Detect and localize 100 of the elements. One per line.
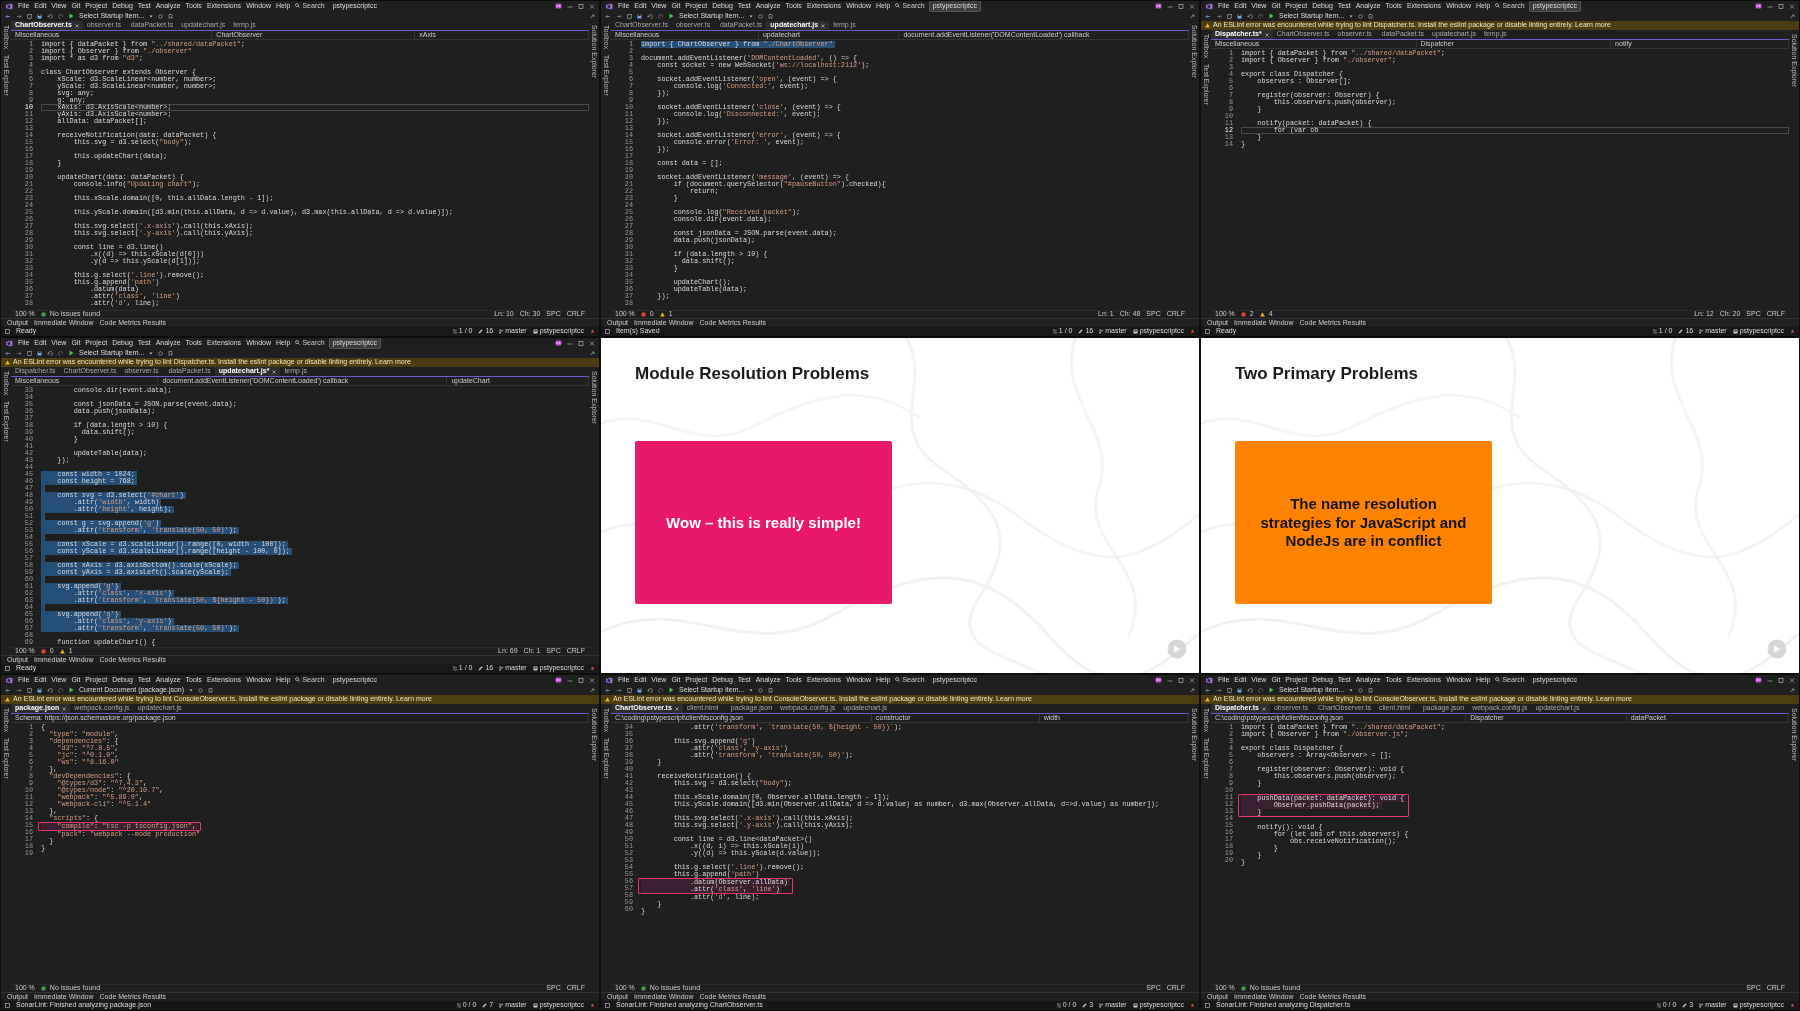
close-icon[interactable] bbox=[589, 340, 595, 346]
search-icon bbox=[1495, 3, 1501, 9]
copilot-icon[interactable] bbox=[555, 340, 562, 346]
new-file-icon[interactable] bbox=[627, 13, 632, 19]
forward-arrow-icon[interactable] bbox=[16, 350, 22, 356]
forward-arrow-icon[interactable] bbox=[616, 13, 622, 19]
play-icon[interactable] bbox=[1269, 13, 1274, 19]
app-logo-icon[interactable] bbox=[1205, 2, 1213, 10]
bookmark-icon[interactable] bbox=[168, 13, 174, 19]
forward-arrow-icon[interactable] bbox=[1216, 13, 1222, 19]
back-arrow-icon[interactable] bbox=[605, 13, 611, 19]
close-icon[interactable] bbox=[62, 706, 67, 711]
play-icon[interactable] bbox=[69, 350, 74, 356]
back-arrow-icon[interactable] bbox=[1205, 687, 1211, 693]
save-icon[interactable] bbox=[37, 687, 42, 693]
maximize-icon[interactable] bbox=[578, 3, 584, 9]
notification-bell-icon[interactable] bbox=[590, 666, 595, 671]
save-icon[interactable] bbox=[37, 350, 42, 356]
undo-icon[interactable] bbox=[47, 350, 53, 356]
bookmark-icon[interactable] bbox=[768, 13, 774, 19]
maximize-icon[interactable] bbox=[1178, 677, 1184, 683]
undo-icon[interactable] bbox=[647, 13, 653, 19]
undo-icon[interactable] bbox=[1247, 13, 1253, 19]
close-icon[interactable] bbox=[1189, 3, 1195, 9]
share-icon[interactable] bbox=[589, 687, 595, 693]
play-icon[interactable] bbox=[69, 687, 74, 693]
save-icon[interactable] bbox=[637, 13, 642, 19]
maximize-icon[interactable] bbox=[578, 340, 584, 346]
bookmark-icon[interactable] bbox=[208, 687, 214, 693]
back-arrow-icon[interactable] bbox=[5, 13, 11, 19]
copilot-icon[interactable] bbox=[555, 677, 562, 683]
close-icon[interactable] bbox=[272, 369, 277, 374]
maximize-icon[interactable] bbox=[578, 677, 584, 683]
close-icon[interactable] bbox=[1789, 3, 1795, 9]
notification-bell-icon[interactable] bbox=[590, 1003, 595, 1008]
save-icon[interactable] bbox=[637, 687, 642, 693]
copilot-icon[interactable] bbox=[1155, 677, 1162, 683]
undo-icon[interactable] bbox=[47, 687, 53, 693]
copilot-icon[interactable] bbox=[1755, 3, 1762, 9]
back-arrow-icon[interactable] bbox=[605, 687, 611, 693]
copilot-icon[interactable] bbox=[555, 3, 562, 9]
forward-arrow-icon[interactable] bbox=[616, 687, 622, 693]
new-file-icon[interactable] bbox=[27, 687, 32, 693]
share-icon[interactable] bbox=[1189, 13, 1195, 19]
play-icon[interactable] bbox=[669, 687, 674, 693]
maximize-icon[interactable] bbox=[1778, 677, 1784, 683]
share-icon[interactable] bbox=[589, 350, 595, 356]
warning-icon bbox=[605, 697, 610, 702]
new-file-icon[interactable] bbox=[27, 350, 32, 356]
share-icon[interactable] bbox=[589, 13, 595, 19]
back-arrow-icon[interactable] bbox=[5, 687, 11, 693]
app-logo-icon[interactable] bbox=[5, 2, 13, 10]
bookmark-icon[interactable] bbox=[768, 687, 774, 693]
save-icon[interactable] bbox=[1237, 13, 1242, 19]
app-logo-icon[interactable] bbox=[5, 676, 13, 684]
bookmark-icon[interactable] bbox=[168, 350, 174, 356]
close-icon[interactable] bbox=[1261, 706, 1266, 711]
maximize-icon[interactable] bbox=[1178, 3, 1184, 9]
notification-bell-icon[interactable] bbox=[590, 329, 595, 334]
play-icon[interactable] bbox=[69, 13, 74, 19]
play-icon[interactable] bbox=[669, 13, 674, 19]
undo-icon[interactable] bbox=[47, 13, 53, 19]
share-icon[interactable] bbox=[1789, 13, 1795, 19]
app-logo-icon[interactable] bbox=[5, 339, 13, 347]
copilot-icon[interactable] bbox=[1755, 677, 1762, 683]
notification-bell-icon[interactable] bbox=[1190, 329, 1195, 334]
copilot-icon[interactable] bbox=[1155, 3, 1162, 9]
close-icon[interactable] bbox=[1789, 677, 1795, 683]
share-icon[interactable] bbox=[1789, 687, 1795, 693]
back-arrow-icon[interactable] bbox=[5, 350, 11, 356]
new-file-icon[interactable] bbox=[1227, 687, 1232, 693]
new-file-icon[interactable] bbox=[627, 687, 632, 693]
close-icon[interactable] bbox=[589, 677, 595, 683]
close-icon[interactable] bbox=[1189, 677, 1195, 683]
bookmark-icon[interactable] bbox=[1368, 687, 1374, 693]
save-icon[interactable] bbox=[1237, 687, 1242, 693]
close-icon[interactable] bbox=[74, 23, 79, 28]
undo-icon[interactable] bbox=[1247, 687, 1253, 693]
play-icon[interactable] bbox=[1269, 687, 1274, 693]
new-file-icon[interactable] bbox=[27, 13, 32, 19]
forward-arrow-icon[interactable] bbox=[1216, 687, 1222, 693]
save-icon[interactable] bbox=[37, 13, 42, 19]
app-logo-icon[interactable] bbox=[605, 2, 613, 10]
share-icon[interactable] bbox=[1189, 687, 1195, 693]
forward-arrow-icon[interactable] bbox=[16, 13, 22, 19]
app-logo-icon[interactable] bbox=[1205, 676, 1213, 684]
close-icon[interactable] bbox=[674, 706, 679, 711]
new-file-icon[interactable] bbox=[1227, 13, 1232, 19]
notification-bell-icon[interactable] bbox=[1790, 1003, 1795, 1008]
close-icon[interactable] bbox=[589, 3, 595, 9]
bookmark-icon[interactable] bbox=[1368, 13, 1374, 19]
app-logo-icon[interactable] bbox=[605, 676, 613, 684]
undo-icon[interactable] bbox=[647, 687, 653, 693]
maximize-icon[interactable] bbox=[1778, 3, 1784, 9]
notification-bell-icon[interactable] bbox=[1790, 329, 1795, 334]
back-arrow-icon[interactable] bbox=[1205, 13, 1211, 19]
close-icon[interactable] bbox=[821, 23, 826, 28]
forward-arrow-icon[interactable] bbox=[16, 687, 22, 693]
notification-bell-icon[interactable] bbox=[1190, 1003, 1195, 1008]
close-icon[interactable] bbox=[1264, 32, 1269, 37]
